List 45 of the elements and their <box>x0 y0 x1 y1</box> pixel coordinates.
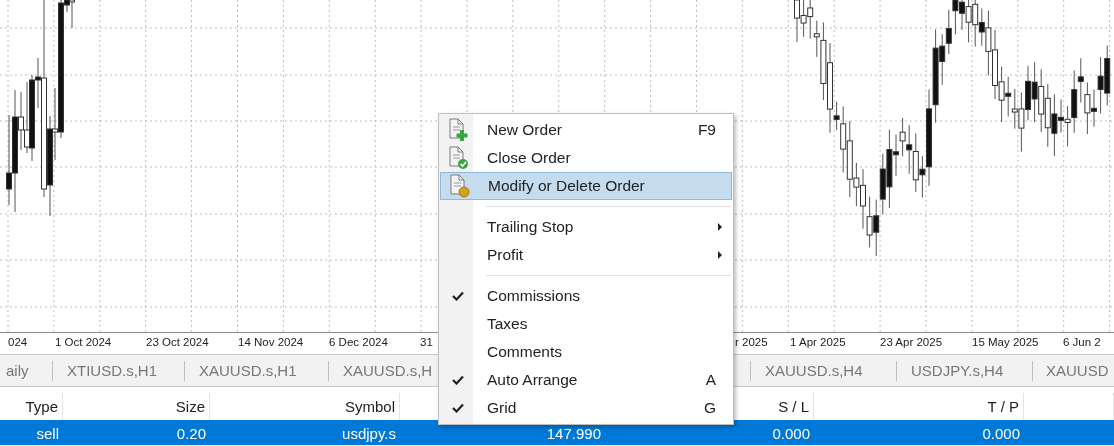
table-cell: 0.20 <box>176 425 206 442</box>
table-cell: 0.000 <box>772 425 810 442</box>
chart-tab[interactable]: XAUUSD <box>1046 362 1109 379</box>
table-cell: sell <box>36 425 59 442</box>
column-header[interactable]: S / L <box>778 398 809 415</box>
chart-tab[interactable]: aily <box>6 362 29 379</box>
date-label: r 2025 <box>735 336 768 348</box>
submenu-arrow-icon <box>718 223 723 231</box>
menu-item[interactable]: New Order F9 <box>440 116 732 144</box>
chart-tab[interactable]: XAUUSD.s,H4 <box>765 362 863 379</box>
menu-item[interactable]: Auto Arrange A <box>440 366 732 394</box>
menu-item[interactable]: Modify or Delete Order <box>440 172 732 200</box>
date-label: 14 Nov 2024 <box>238 336 304 348</box>
menu-item[interactable]: Grid G <box>440 394 732 422</box>
table-cell: 0.000 <box>982 425 1020 442</box>
date-label: 31 <box>420 336 433 348</box>
chart-tab[interactable]: XTIUSD.s,H1 <box>67 362 157 379</box>
date-label: 23 Apr 2025 <box>880 336 943 348</box>
chart-tab[interactable]: XAUUSD.s,H1 <box>199 362 297 379</box>
column-header[interactable]: Type <box>25 398 58 415</box>
menu-item[interactable]: Taxes <box>440 310 732 338</box>
date-label: 1 Apr 2025 <box>790 336 846 348</box>
table-cell: 147.990 <box>546 425 601 442</box>
document-coin-icon <box>447 174 470 198</box>
chart-tab[interactable]: USDJPY.s,H4 <box>911 362 1004 379</box>
date-label: 6 Jun 2 <box>1063 336 1101 348</box>
add-document-icon <box>446 118 469 142</box>
chart-tab[interactable]: XAUUSD.s,H <box>343 362 433 379</box>
table-cell: usdjpy.s <box>342 425 396 442</box>
date-label: 15 May 2025 <box>972 336 1039 348</box>
date-label: 6 Dec 2024 <box>329 336 388 348</box>
submenu-arrow-icon <box>718 251 723 259</box>
date-label: 23 Oct 2024 <box>146 336 209 348</box>
menu-item[interactable]: Commissions <box>440 282 732 310</box>
date-label: 1 Oct 2024 <box>55 336 112 348</box>
document-check-icon <box>446 146 469 170</box>
menu-item[interactable]: Close Order <box>440 144 732 172</box>
menu-item[interactable]: Comments <box>440 338 732 366</box>
menu-item[interactable]: Trailing Stop <box>440 213 732 241</box>
column-header[interactable]: Symbol <box>344 398 395 415</box>
column-header[interactable]: Size <box>175 398 205 415</box>
order-row[interactable]: sell 0.20 usdjpy.s 147.990 0.000 0.000 <box>0 420 1114 445</box>
column-header[interactable]: T / P <box>987 398 1019 415</box>
menu-item[interactable]: Profit <box>440 241 732 269</box>
date-label: 024 <box>8 336 28 348</box>
